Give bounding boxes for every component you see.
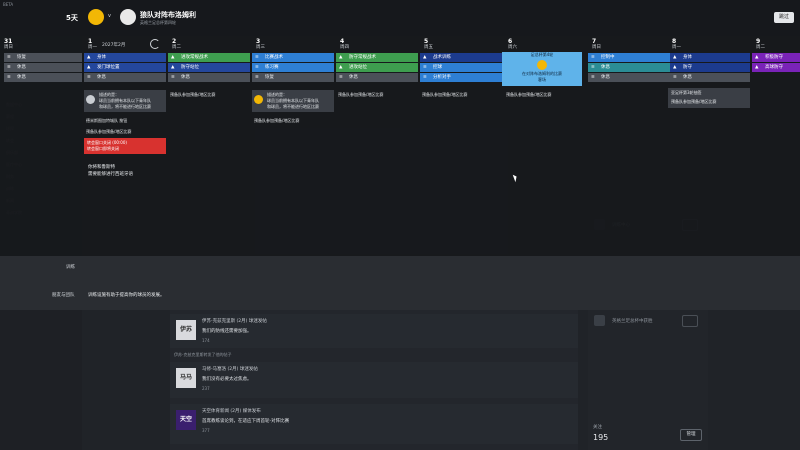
schedule-slot[interactable]: ≡ 比赛战术	[252, 53, 334, 62]
note-line: 需要能够进行西班牙语	[88, 172, 133, 177]
post-likes: 237	[202, 386, 210, 391]
schedule-slot[interactable]: ≡ 恢复	[252, 73, 334, 82]
draw-notice-card[interactable]: 亚足杯第3轮抽签 预备队参加预备/地区比赛	[668, 88, 750, 108]
days-remaining: 5天	[66, 14, 78, 22]
toggle-button[interactable]	[682, 315, 698, 327]
schedule-slot[interactable]: ▲ 防守	[670, 63, 750, 72]
skip-button[interactable]: 跳过	[774, 12, 794, 23]
version-label: BETA	[3, 2, 14, 7]
retweet-note: 伊苏-克兹克里斯转发了他的帖子	[174, 352, 232, 357]
wolves-crest-icon	[537, 60, 547, 70]
schedule-slot[interactable]: ▲ 进攻站位	[336, 63, 418, 72]
schedule-slot[interactable]: ≡ 休息	[4, 73, 82, 82]
transfer-window-alert[interactable]: 转会窗口关闭 (00:00) 转会窗口即将关闭	[84, 138, 166, 154]
match-venue: 客场	[538, 77, 546, 82]
info-line: 预备队参加预备/地区比赛	[338, 92, 384, 97]
follow-label: 关注	[593, 425, 602, 430]
feed-post[interactable]: 伊苏 伊苏-克兹克里斯 (2月) 球迷发帖 我们的防线还需要加强。 174	[170, 314, 578, 348]
match-title[interactable]: 狼队对阵布洛姆利	[140, 10, 196, 20]
schedule-slot[interactable]: ▲ 进攻常规战术	[168, 53, 250, 62]
loading-spinner-icon	[150, 39, 160, 49]
day-name: 周五	[424, 45, 433, 50]
match-day-card[interactable]: 足总杯第4轮 在对阵布洛姆利的比赛 客场	[502, 52, 582, 86]
squad-notice-card[interactable]: 描述的是： 球员当前拥有本队以下青年队 和球员，将不能进行地区比赛	[252, 90, 334, 112]
info-line: 预备队参加预备/地区比赛	[422, 92, 468, 97]
schedule-slot[interactable]: ▲ 高球防守	[752, 63, 800, 72]
feed-post[interactable]: 天空 天空体育新闻 (2月) 媒体发布 首席教练谈论到，在适应下周首轮-对阵比赛…	[170, 404, 578, 444]
info-line: 预备队参加预备/地区比赛	[506, 92, 552, 97]
schedule-slot[interactable]: ▲ 积极防守	[752, 53, 800, 62]
day-name: 周二	[172, 45, 181, 50]
schedule-slot[interactable]: ≡ 休息	[4, 63, 82, 72]
post-likes: 377	[202, 428, 210, 433]
schedule-slot[interactable]: ▲ 防守常规战术	[336, 53, 418, 62]
club-crest-icon	[254, 95, 263, 104]
post-text: 首席教练谈论到，在适应下周首轮-对阵比赛	[202, 419, 290, 424]
post-author: 马修-马塞洛 (2月) 球迷发帖	[202, 367, 258, 372]
bromley-crest-icon	[120, 9, 136, 25]
schedule-slot[interactable]: ▲ 身体	[84, 53, 166, 62]
follow-count: 195	[593, 433, 609, 442]
avatar: 伊苏	[176, 320, 196, 340]
day-name: 周一	[88, 45, 97, 50]
schedule-slot[interactable]: ≡ 休息	[84, 73, 166, 82]
post-author: 天空体育新闻 (2月) 媒体发布	[202, 409, 261, 414]
info-line: 德米斯图加特城队 按钮	[86, 118, 128, 123]
info-strip	[0, 256, 800, 310]
day-name: 周一	[672, 45, 681, 50]
match-round: 足总杯第4轮	[530, 52, 554, 57]
day-name: 周日	[4, 45, 13, 50]
schedule-slot[interactable]: ≡ 休息	[168, 73, 250, 82]
manage-button[interactable]: 管理	[680, 429, 702, 441]
schedule-slot[interactable]: ≡ 恢复	[4, 53, 82, 62]
match-competition: 英格兰足总杯第四轮	[140, 20, 176, 25]
schedule-slot[interactable]: ▲ 防守站位	[168, 63, 250, 72]
squad-notice-card[interactable]: 描述的是： 球员当前拥有本队以下青年队 和球员，将不能进行地区比赛	[84, 90, 166, 112]
day-name: 周日	[592, 45, 601, 50]
note-line: 你将和鲁斯特	[88, 165, 115, 170]
section-icon	[594, 315, 605, 326]
schedule-slot[interactable]: ≡ 休息	[336, 73, 418, 82]
schedule-slot[interactable]: ≡ 控制中	[588, 53, 670, 62]
club-crest-icon	[86, 95, 95, 104]
schedule-slot[interactable]: ≡ 休息	[670, 73, 750, 82]
right-panel-item[interactable]: 英格兰足总杯中获胜	[592, 314, 704, 328]
schedule-slot[interactable]: ▲ 身体	[670, 53, 750, 62]
strip-key: 训练	[66, 265, 75, 270]
feed-post[interactable]: 马马 马修-马塞洛 (2月) 球迷发帖 我们没有必要太过焦虑。 237	[170, 362, 578, 398]
post-text: 我们没有必要太过焦虑。	[202, 377, 252, 382]
info-line: 预备队参加预备/地区比赛	[170, 92, 216, 97]
avatar: 天空	[176, 410, 196, 430]
strip-value: 训练设施有助于提高你的球员的发展。	[88, 293, 165, 298]
schedule-slot[interactable]: ≡ 分析对手	[420, 73, 502, 82]
month-label: 2027年2月	[102, 43, 126, 48]
wolves-crest-icon	[88, 9, 104, 25]
post-likes: 174	[202, 338, 210, 343]
day-name: 周三	[256, 45, 265, 50]
schedule-slot[interactable]: ▲ 发门球位置	[84, 63, 166, 72]
day-name: 周六	[508, 45, 517, 50]
day-name: 周二	[756, 45, 765, 50]
schedule-slot[interactable]: ▲ 战术训练	[420, 53, 502, 62]
avatar: 马马	[176, 368, 196, 388]
strip-key: 朋友与团队	[52, 293, 75, 298]
schedule-slot[interactable]: ≡ 控球	[420, 63, 502, 72]
post-author: 伊苏-克兹克里斯 (2月) 球迷发帖	[202, 319, 267, 324]
versus-label: v	[108, 13, 111, 19]
schedule-slot[interactable]: ≡ 休息	[588, 63, 670, 72]
schedule-slot[interactable]: ≡ 练习赛	[252, 63, 334, 72]
info-line: 预备队参加预备/地区比赛	[254, 118, 300, 123]
info-line: 预备队参加预备/地区比赛	[86, 129, 132, 134]
day-name: 周四	[340, 45, 349, 50]
schedule-slot[interactable]: ≡ 休息	[588, 73, 670, 82]
post-text: 我们的防线还需要加强。	[202, 329, 252, 334]
